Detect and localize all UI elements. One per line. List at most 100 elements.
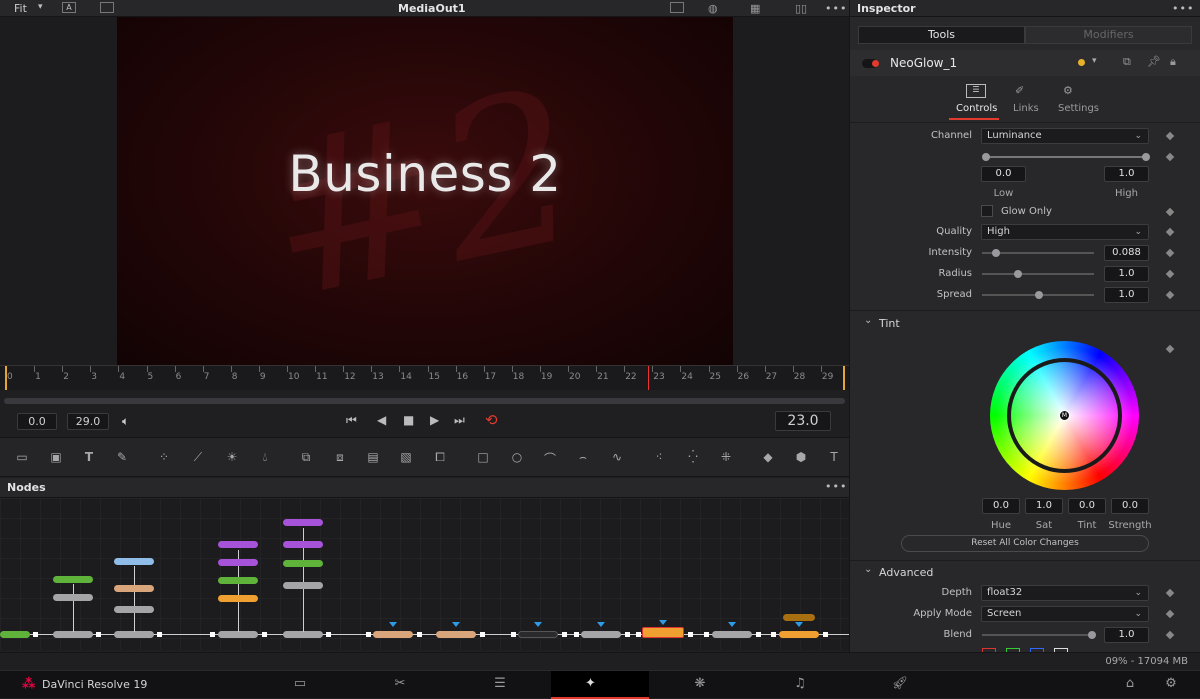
keyframe-icon[interactable] xyxy=(1165,207,1175,217)
edit-page-icon[interactable]: ☰ xyxy=(485,676,515,691)
keyframe-icon[interactable] xyxy=(1165,344,1175,354)
viewer-options-icon[interactable]: ••• xyxy=(825,2,847,15)
apply-mode-dropdown[interactable]: Screen ⌄ xyxy=(981,606,1149,622)
channel-dropdown[interactable]: Luminance ⌄ xyxy=(981,128,1149,144)
particle-emitter-icon[interactable]: ⁖ xyxy=(650,450,668,465)
strength-field[interactable]: 0.0 xyxy=(1111,498,1149,514)
keyframe-icon[interactable] xyxy=(1165,588,1175,598)
text-overlay-icon[interactable]: A xyxy=(62,2,76,13)
settings-gear-icon[interactable]: ⚙ xyxy=(1156,676,1186,691)
node-branch-c4[interactable] xyxy=(218,595,258,602)
channel-boolean-icon[interactable]: ⧈ xyxy=(331,450,349,465)
keyframe-icon[interactable] xyxy=(1165,290,1175,300)
play-reverse-icon[interactable]: ◀ xyxy=(377,413,386,427)
brightness-tool-icon[interactable]: ☀ xyxy=(223,450,241,465)
subtab-controls[interactable]: Controls xyxy=(956,103,997,114)
glow-only-checkbox[interactable] xyxy=(981,205,993,217)
low-high-range-slider[interactable] xyxy=(982,153,1150,161)
chevron-down-icon[interactable]: ▾ xyxy=(1092,56,1097,66)
high-field[interactable]: 1.0 xyxy=(1104,166,1149,182)
node-color-dot[interactable] xyxy=(1078,59,1085,66)
fit-dropdown[interactable]: Fit xyxy=(14,2,27,15)
particles-tool-icon[interactable]: ⁘ xyxy=(155,450,173,465)
intensity-handle[interactable] xyxy=(992,249,1000,257)
scrub-bar[interactable] xyxy=(4,398,845,404)
node-background[interactable] xyxy=(0,631,30,638)
loader-icon[interactable]: ⧠ xyxy=(431,450,449,465)
timeline-ruler[interactable]: 0 1 2 3 4 5 6 7 8 9 10 11 12 13 14 15 16 17 18 19 20 21 22 23 24… xyxy=(0,365,849,390)
node-branch-b1[interactable] xyxy=(114,558,154,565)
node-branch-c3[interactable] xyxy=(218,577,258,584)
tint-field[interactable]: 0.0 xyxy=(1068,498,1106,514)
node-main-2[interactable] xyxy=(114,631,154,638)
go-to-start-icon[interactable]: ⏮︎ xyxy=(346,413,357,428)
color-drop-icon[interactable]: 💧︎ xyxy=(256,450,274,465)
keyframe-icon[interactable] xyxy=(1165,227,1175,237)
go-to-end-icon[interactable]: ⏭︎ xyxy=(454,413,465,428)
window-icon[interactable] xyxy=(100,2,114,13)
tab-tools[interactable]: Tools xyxy=(858,26,1025,44)
blend-field[interactable]: 1.0 xyxy=(1104,627,1149,643)
stop-icon[interactable]: ■ xyxy=(403,413,414,427)
tab-modifiers[interactable]: Modifiers xyxy=(1025,26,1192,44)
text-tool-icon[interactable]: T xyxy=(80,450,98,465)
nodes-options-icon[interactable]: ••• xyxy=(825,480,847,493)
keyframe-icon[interactable] xyxy=(1165,269,1175,279)
particle-render-icon[interactable]: ⁛ xyxy=(684,450,702,465)
bspline-mask-icon[interactable]: ⌢ xyxy=(574,450,592,465)
intensity-field[interactable]: 0.088 xyxy=(1104,245,1149,261)
hue-field[interactable]: 0.0 xyxy=(982,498,1020,514)
shape-3d-icon[interactable]: ◆ xyxy=(759,450,777,465)
inspector-options-icon[interactable]: ••• xyxy=(1172,2,1194,15)
play-icon[interactable]: ▶ xyxy=(430,413,439,427)
chevron-down-icon[interactable]: ▾ xyxy=(38,2,43,12)
polygon-mask-icon[interactable]: ⌒ xyxy=(541,450,559,466)
cut-page-icon[interactable]: ✂︎ xyxy=(385,676,415,691)
split-view-icon[interactable]: ▯▯ xyxy=(795,2,807,15)
end-frame-field[interactable]: 29.0 xyxy=(67,413,109,430)
node-branch-d1[interactable] xyxy=(283,519,323,526)
keyframe-icon[interactable] xyxy=(1165,630,1175,640)
node-branch-c1[interactable] xyxy=(218,541,258,548)
node-main-5[interactable] xyxy=(373,631,413,638)
node-branch-d4[interactable] xyxy=(283,582,323,589)
loop-icon[interactable]: ⟲ xyxy=(485,411,498,429)
node-main-7[interactable] xyxy=(518,631,558,638)
media-page-icon[interactable]: ▭ xyxy=(285,676,315,691)
fusion-page-tab[interactable]: ✦ xyxy=(551,671,649,699)
keyframe-icon[interactable] xyxy=(1165,248,1175,258)
grid-icon[interactable]: ▦ xyxy=(750,2,760,15)
tint-wheel-marker[interactable]: M xyxy=(1059,410,1070,421)
radius-handle[interactable] xyxy=(1014,270,1022,278)
background-tool-icon[interactable]: ▭ xyxy=(13,450,31,465)
viewer-canvas[interactable]: #2 Business 2 xyxy=(0,17,849,365)
node-branch-c2[interactable] xyxy=(218,559,258,566)
low-field[interactable]: 0.0 xyxy=(981,166,1026,182)
start-frame-field[interactable]: 0.0 xyxy=(17,413,57,430)
settings-icon[interactable]: ⚙ xyxy=(1063,84,1073,97)
versions-icon[interactable]: ⧉ xyxy=(1123,55,1131,69)
node-branch-b2[interactable] xyxy=(114,585,154,592)
ellipse-mask-icon[interactable]: ○ xyxy=(508,450,526,465)
in-point-marker[interactable] xyxy=(5,366,7,390)
lock-icon[interactable]: 🔒︎ xyxy=(1170,55,1176,69)
quality-dropdown[interactable]: High ⌄ xyxy=(981,224,1149,240)
node-main-6[interactable] xyxy=(436,631,476,638)
node-branch-a1[interactable] xyxy=(53,576,93,583)
rectangle-mask-icon[interactable]: □ xyxy=(474,450,492,465)
subtab-links[interactable]: Links xyxy=(1013,103,1039,114)
media-out-icon[interactable]: ▧ xyxy=(397,450,415,465)
node-main-3[interactable] xyxy=(218,631,258,638)
node-neoglow-selected[interactable] xyxy=(642,627,684,638)
blend-slider[interactable] xyxy=(982,631,1096,639)
tint-collapse-icon[interactable]: ⌄ xyxy=(864,315,872,326)
merge-tool-icon[interactable]: ⧉ xyxy=(297,450,315,465)
spread-field[interactable]: 1.0 xyxy=(1104,287,1149,303)
low-handle[interactable] xyxy=(982,153,990,161)
spread-handle[interactable] xyxy=(1035,291,1043,299)
node-branch-b3[interactable] xyxy=(114,606,154,613)
paint-tool-icon[interactable]: ✎ xyxy=(113,450,131,465)
sat-field[interactable]: 1.0 xyxy=(1025,498,1063,514)
view-mode-icon[interactable] xyxy=(670,2,684,13)
tint-color-wheel[interactable]: M xyxy=(990,341,1139,490)
